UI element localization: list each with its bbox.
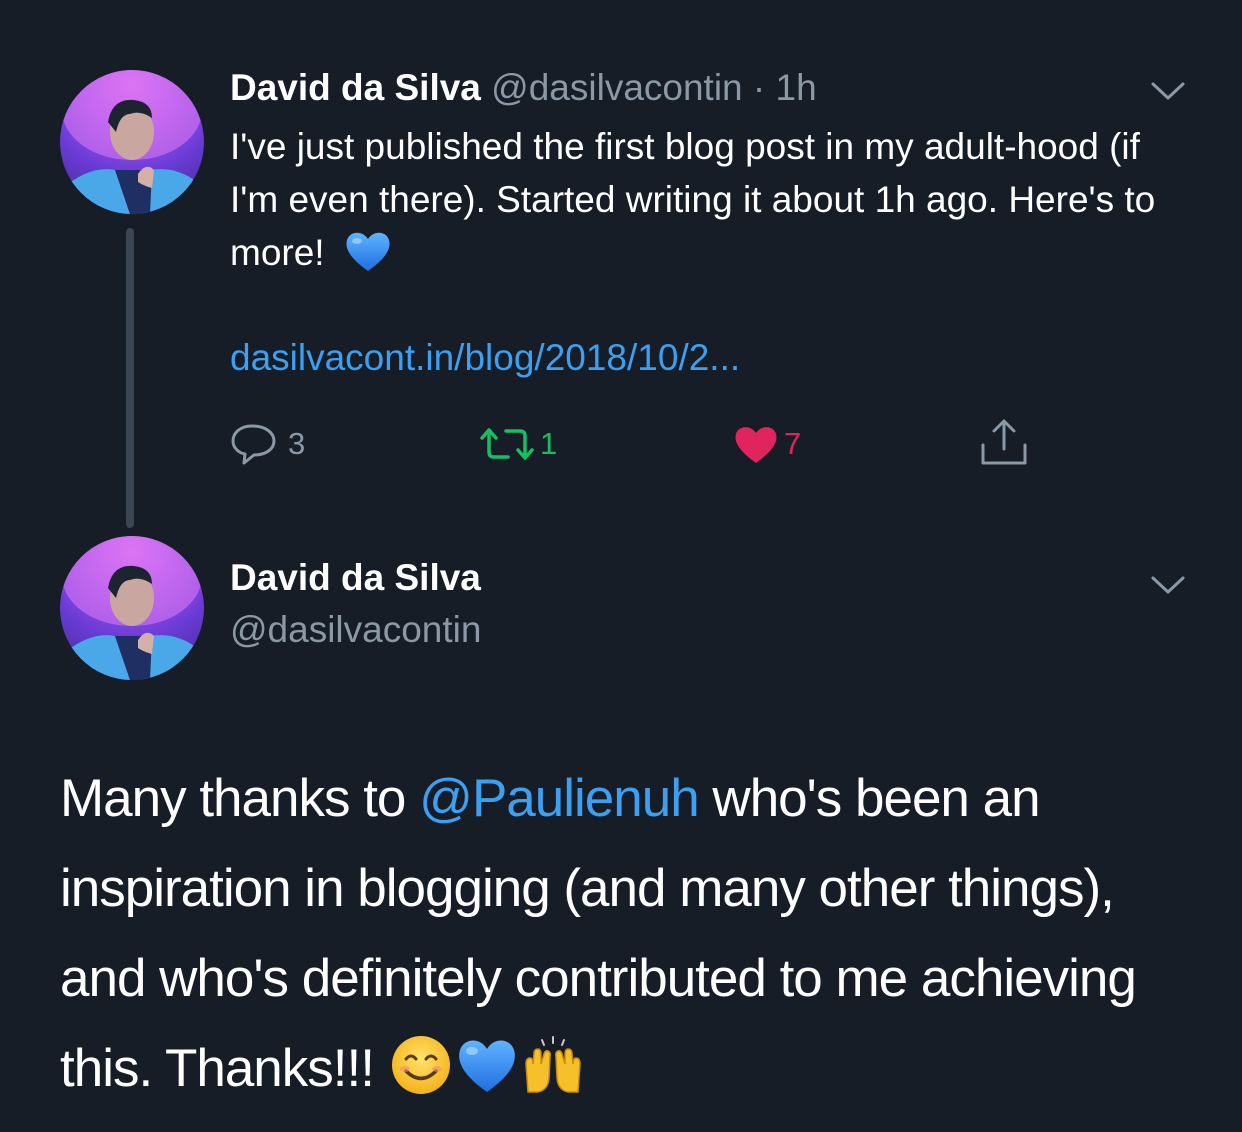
- smiling-face-emoji-icon: [388, 1034, 454, 1096]
- separator-dot: ·: [752, 67, 766, 108]
- avatar[interactable]: [60, 70, 204, 214]
- tweet-header: David da Silva @dasilvacontin · 1h: [230, 66, 817, 110]
- author-handle[interactable]: @dasilvacontin: [230, 608, 481, 652]
- retweet-button[interactable]: 1: [478, 420, 557, 468]
- avatar[interactable]: [60, 536, 204, 680]
- share-icon: [981, 419, 1027, 465]
- like-button[interactable]: 7: [732, 420, 801, 468]
- like-count: 7: [784, 426, 802, 461]
- profile-photo-icon: [60, 536, 204, 680]
- raising-hands-emoji-icon: [520, 1034, 586, 1096]
- reply-button[interactable]: 3: [230, 420, 305, 468]
- author-name[interactable]: David da Silva: [230, 67, 481, 108]
- mention-link[interactable]: @Paulienuh: [419, 769, 700, 828]
- tweet-thread: David da Silva @dasilvacontin · 1h I've …: [0, 0, 1242, 1132]
- author-handle[interactable]: @dasilvacontin: [491, 67, 742, 108]
- blue-heart-emoji-icon: [343, 229, 393, 273]
- chevron-down-icon[interactable]: [1150, 574, 1186, 596]
- author-name[interactable]: David da Silva: [230, 556, 481, 600]
- retweet-count: 1: [540, 426, 558, 461]
- tweet-body-text: Many thanks to: [60, 769, 420, 828]
- blog-link[interactable]: dasilvacont.in/blog/2018/10/2...: [230, 336, 740, 380]
- blue-heart-emoji-icon: [454, 1034, 520, 1096]
- profile-photo-icon: [60, 70, 204, 214]
- thread-connector-line: [126, 228, 134, 528]
- heart-icon: [735, 427, 777, 463]
- timestamp[interactable]: 1h: [776, 67, 817, 108]
- reply-count: 3: [288, 426, 306, 461]
- tweet-text: Many thanks to @Paulienuh who's been an …: [60, 754, 1210, 1114]
- tweet-text: I've just published the first blog post …: [230, 120, 1190, 279]
- chevron-down-icon[interactable]: [1150, 80, 1186, 102]
- retweet-icon: [480, 428, 534, 460]
- reply-icon: [231, 424, 276, 465]
- share-button[interactable]: [978, 418, 1030, 466]
